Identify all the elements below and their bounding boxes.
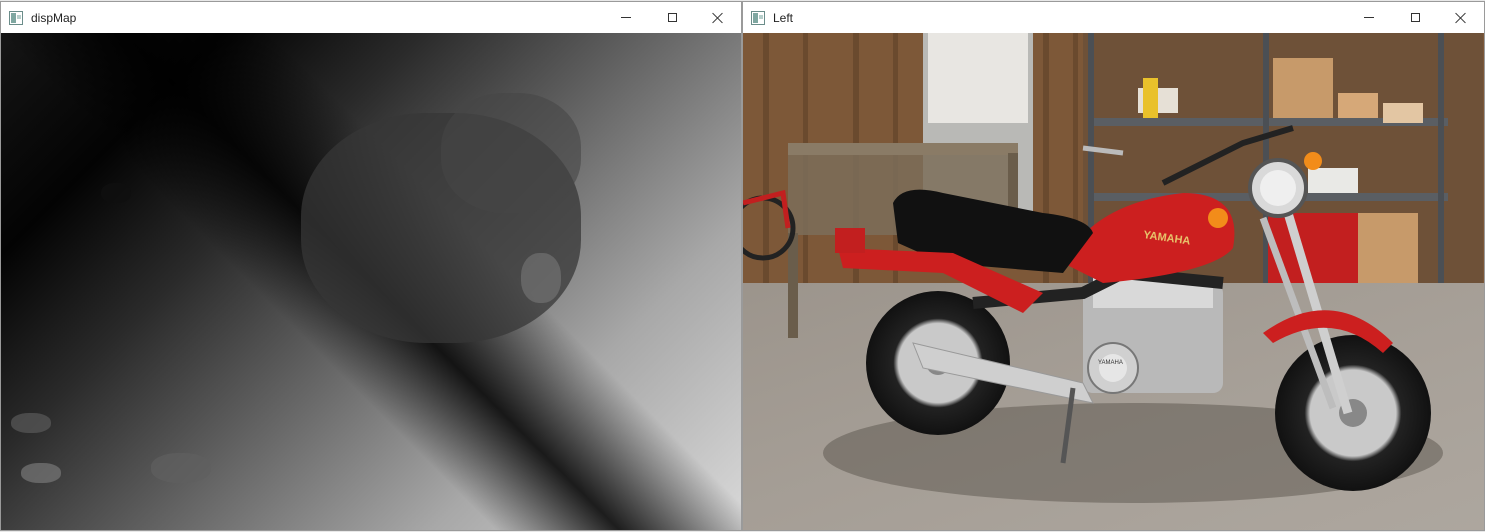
engine-badge: YAMAHA <box>1098 360 1123 366</box>
disparity-map-image <box>1 33 741 530</box>
close-button[interactable] <box>695 2 741 33</box>
close-button[interactable] <box>1438 2 1484 33</box>
minimize-icon <box>621 17 631 18</box>
close-icon <box>1455 12 1467 24</box>
bench <box>788 143 1018 155</box>
maximize-icon <box>667 13 677 22</box>
dispmap-window[interactable]: dispMap <box>0 1 742 531</box>
window-controls <box>603 2 741 33</box>
left-titlebar[interactable]: Left <box>743 2 1484 33</box>
app-icon <box>751 10 765 25</box>
minimize-icon <box>1364 17 1374 18</box>
window-controls <box>1346 2 1484 33</box>
motorcycle-photo: YAMAHA YAMAHA <box>743 33 1484 530</box>
app-icon <box>9 10 23 25</box>
minimize-button[interactable] <box>603 2 649 33</box>
dispmap-titlebar[interactable]: dispMap <box>1 2 741 33</box>
maximize-button[interactable] <box>649 2 695 33</box>
maximize-icon <box>1410 13 1420 22</box>
close-icon <box>712 12 724 24</box>
disparity-blob <box>441 93 581 213</box>
window-title: Left <box>773 10 794 25</box>
disparity-blob <box>21 463 61 483</box>
disparity-blob <box>101 183 131 203</box>
left-window[interactable]: Left YAMAHA YAMAHA <box>742 1 1485 531</box>
window-title: dispMap <box>31 10 77 25</box>
maximize-button[interactable] <box>1392 2 1438 33</box>
disparity-blob <box>151 453 211 483</box>
motorcycle-scene: YAMAHA YAMAHA <box>743 33 1484 530</box>
disparity-blob <box>521 253 561 303</box>
disparity-blob <box>11 413 51 433</box>
minimize-button[interactable] <box>1346 2 1392 33</box>
